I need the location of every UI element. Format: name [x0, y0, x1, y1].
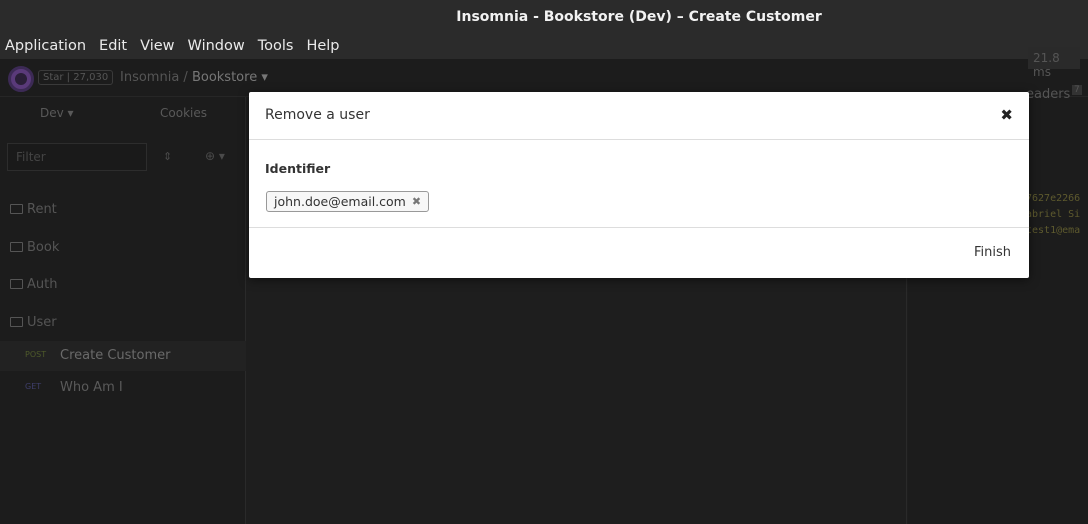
- insomnia-logo-icon[interactable]: [8, 66, 34, 92]
- identifier-label: Identifier: [265, 161, 331, 176]
- folder-auth[interactable]: Auth: [10, 277, 57, 292]
- folder-open-icon: [10, 317, 23, 327]
- response-code-line: test1@ema: [1026, 225, 1081, 236]
- folder-label: User: [27, 315, 57, 330]
- folder-rent[interactable]: Rent: [10, 202, 57, 217]
- sidebar-env-row: Dev ▾ Cookies: [0, 106, 246, 126]
- folder-book[interactable]: Book: [10, 240, 59, 255]
- response-timing: 21.8 ms: [1028, 47, 1080, 79]
- request-create-customer[interactable]: POST Create Customer: [0, 341, 246, 371]
- environment-dropdown[interactable]: Dev ▾: [40, 106, 74, 120]
- identifier-tag: john.doe@email.com ✖: [266, 191, 430, 212]
- modal-footer: Finish: [249, 228, 1029, 278]
- menu-application[interactable]: Application: [5, 38, 86, 54]
- request-method: GET: [25, 382, 42, 391]
- request-who-am-i[interactable]: GET Who Am I: [0, 373, 246, 403]
- folder-label: Book: [27, 240, 60, 255]
- window-title: Insomnia - Bookstore (Dev) – Create Cust…: [456, 8, 822, 25]
- remove-tag-icon[interactable]: ✖: [412, 195, 421, 208]
- response-code-line: 7627e2266: [1026, 193, 1081, 204]
- github-star-badge[interactable]: Star | 27,030: [38, 70, 114, 85]
- request-name: Create Customer: [60, 348, 171, 363]
- modal-header: Remove a user ✖: [249, 92, 1029, 140]
- add-item-icon[interactable]: ⊕ ▾: [205, 149, 225, 163]
- breadcrumb-separator: /: [183, 70, 188, 85]
- modal-title: Remove a user: [265, 107, 370, 123]
- finish-button[interactable]: Finish: [974, 245, 1011, 260]
- menu-edit[interactable]: Edit: [99, 38, 127, 54]
- menu-view[interactable]: View: [140, 38, 174, 54]
- breadcrumb-root[interactable]: Insomnia: [120, 70, 179, 85]
- sidebar: Dev ▾ Cookies Filter ⇕ ⊕ ▾ Rent Book Aut…: [0, 97, 246, 524]
- remove-user-modal: Remove a user ✖ Identifier john.doe@emai…: [249, 92, 1029, 278]
- folder-icon: [10, 279, 23, 289]
- menu-bar: Application Edit View Window Tools Help: [0, 33, 1088, 59]
- cookies-button[interactable]: Cookies: [160, 106, 207, 120]
- sort-icon[interactable]: ⇕: [163, 150, 172, 163]
- filter-input[interactable]: Filter: [7, 143, 147, 171]
- breadcrumb-workspace[interactable]: Bookstore ▾: [192, 70, 268, 85]
- menu-tools[interactable]: Tools: [258, 38, 294, 54]
- folder-icon: [10, 204, 23, 214]
- identifier-tag-value: john.doe@email.com: [274, 194, 406, 209]
- folder-label: Rent: [27, 202, 57, 217]
- folder-user[interactable]: User: [10, 315, 57, 330]
- request-method: POST: [25, 350, 47, 359]
- request-name: Who Am I: [60, 380, 123, 395]
- breadcrumb: Insomnia / Bookstore ▾: [120, 70, 268, 85]
- response-code-line: abriel Si: [1026, 209, 1081, 220]
- menu-help[interactable]: Help: [306, 38, 339, 54]
- menu-window[interactable]: Window: [188, 38, 245, 54]
- modal-body: Identifier john.doe@email.com ✖: [249, 140, 1029, 228]
- window-titlebar: Insomnia - Bookstore (Dev) – Create Cust…: [0, 0, 1088, 33]
- folder-label: Auth: [27, 277, 58, 292]
- headers-count-badge: 7: [1072, 85, 1082, 95]
- folder-icon: [10, 242, 23, 252]
- close-icon[interactable]: ✖: [1000, 106, 1013, 124]
- tab-headers[interactable]: eaders: [1026, 87, 1070, 102]
